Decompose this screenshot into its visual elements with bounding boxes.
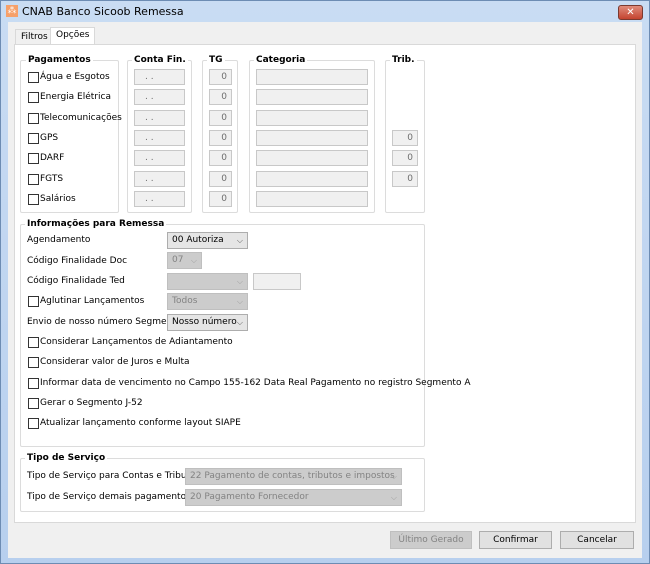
trib-field[interactable]: 0 [392, 129, 418, 146]
chevron-down-icon: ⌵ [236, 236, 243, 245]
remessa-option-checkbox[interactable] [28, 418, 39, 430]
tg-field[interactable]: 0 [209, 109, 232, 126]
envio-select[interactable]: Nosso número ⌵ [167, 314, 248, 331]
conta-field[interactable]: . . [134, 150, 185, 167]
pagamento-checkbox[interactable] [28, 193, 39, 205]
remessa-option-label: Gerar o Segmento J-52 [40, 397, 143, 408]
pagamento-label: FGTS [40, 173, 64, 184]
pagamento-checkbox[interactable] [28, 72, 39, 83]
conta-field[interactable]: . . [134, 109, 185, 126]
conta-header: Conta Fin. [132, 55, 188, 65]
close-button[interactable]: ✕ [618, 5, 643, 20]
agendamento-label: Agendamento [27, 235, 91, 245]
pagamento-checkbox[interactable] [28, 153, 39, 165]
pagamento-checkbox[interactable] [28, 92, 39, 104]
pagamento-label: Energia Elétrica [40, 92, 111, 103]
pagamento-checkbox[interactable] [28, 132, 39, 144]
tg-field[interactable]: 0 [209, 89, 232, 106]
pagamento-label: Telecomunicações [40, 112, 122, 123]
categoria-field[interactable] [256, 129, 368, 146]
conta-field[interactable]: . . [134, 170, 185, 187]
categoria-field[interactable] [256, 109, 368, 126]
app-icon: ⁂ [6, 5, 18, 17]
chevron-down-icon: ⌵ [236, 297, 243, 306]
aglutinar-value: Todos [172, 296, 198, 306]
chevron-down-icon: ⌵ [236, 318, 243, 327]
envio-value: Nosso número [172, 317, 237, 327]
remessa-option-checkbox[interactable] [28, 357, 39, 369]
pagamentos-header: Pagamentos [26, 55, 93, 65]
chevron-down-icon: ⌵ [390, 493, 397, 502]
pagamento-label: Salários [40, 193, 76, 204]
categoria-field[interactable] [256, 150, 368, 167]
pagamento-label: DARF [40, 153, 65, 164]
confirmar-button[interactable]: Confirmar [479, 531, 552, 549]
chevron-down-icon: ⌵ [236, 277, 243, 286]
aglutinar-checkbox[interactable] [28, 296, 39, 307]
agendamento-select[interactable]: 00 Autoriza ⌵ [167, 232, 248, 249]
categoria-field[interactable] [256, 170, 368, 187]
remessa-option-checkbox[interactable] [28, 377, 39, 389]
conta-field[interactable]: . . [134, 89, 185, 106]
remessa-option-label: Considerar Lançamentos de Adiantamento [40, 337, 233, 347]
trib-field[interactable]: 0 [392, 170, 418, 187]
servico-header: Tipo de Serviço [25, 453, 108, 463]
chevron-down-icon: ⌵ [390, 472, 397, 481]
tg-field[interactable]: 0 [209, 170, 232, 187]
remessa-option-label: Atualizar lançamento conforme layout SIA… [40, 418, 241, 429]
cancelar-button[interactable]: Cancelar [560, 531, 634, 549]
tg-field[interactable]: 0 [209, 69, 232, 85]
window-title: CNAB Banco Sicoob Remessa [22, 5, 184, 18]
ted-label: Código Finalidade Ted [27, 276, 125, 286]
remessa-option-checkbox[interactable] [28, 397, 39, 409]
categoria-field[interactable] [256, 69, 368, 85]
aglutinar-select[interactable]: Todos ⌵ [167, 293, 248, 310]
remessa-option-label: Considerar valor de Juros e Multa [40, 357, 190, 368]
tg-header: TG [207, 55, 225, 65]
remessa-header: Informações para Remessa [25, 219, 167, 229]
tg-field[interactable]: 0 [209, 129, 232, 146]
tg-field[interactable]: 0 [209, 150, 232, 167]
conta-field[interactable]: . . [134, 69, 185, 85]
pagamento-checkbox[interactable] [28, 112, 39, 124]
ted-text-field[interactable] [253, 273, 301, 290]
doc-value: 07 [172, 255, 184, 265]
pagamento-label: Água e Esgotos [40, 72, 110, 82]
categoria-field[interactable] [256, 190, 368, 207]
categoria-field[interactable] [256, 89, 368, 106]
aglutinar-label: Aglutinar Lançamentos [40, 296, 145, 306]
servico-demais-select[interactable]: 20 Pagamento Fornecedor ⌵ [185, 489, 402, 506]
remessa-option-label: Informar data de vencimento no Campo 155… [40, 377, 471, 388]
tg-field[interactable]: 0 [209, 190, 232, 207]
agendamento-value: 00 Autoriza [172, 235, 224, 245]
trib-header: Trib. [390, 55, 417, 65]
pagamento-checkbox[interactable] [28, 173, 39, 185]
remessa-option-checkbox[interactable] [28, 337, 39, 348]
servico-contas-value: 22 Pagamento de contas, tributos e impos… [190, 471, 395, 481]
doc-label: Código Finalidade Doc [27, 256, 128, 266]
servico-demais-label: Tipo de Serviço demais pagamentos [27, 492, 191, 502]
chevron-down-icon: ⌵ [190, 256, 197, 265]
categoria-header: Categoria [254, 55, 308, 65]
pagamento-label: GPS [40, 132, 59, 143]
envio-label: Envio de nosso número Segmento J [27, 317, 187, 327]
conta-field[interactable]: . . [134, 129, 185, 146]
ted-select[interactable]: ⌵ [167, 273, 248, 290]
servico-contas-label: Tipo de Serviço para Contas e Tributos [27, 471, 201, 481]
tab-opcoes[interactable]: Opções [50, 27, 96, 45]
ultimo-gerado-button[interactable]: Último Gerado [390, 531, 472, 549]
doc-select[interactable]: 07 ⌵ [167, 252, 202, 269]
servico-contas-select[interactable]: 22 Pagamento de contas, tributos e impos… [185, 468, 402, 485]
conta-field[interactable]: . . [134, 190, 185, 207]
trib-field[interactable]: 0 [392, 150, 418, 167]
tab-filtros[interactable]: Filtros [15, 29, 54, 45]
servico-demais-value: 20 Pagamento Fornecedor [190, 492, 309, 502]
